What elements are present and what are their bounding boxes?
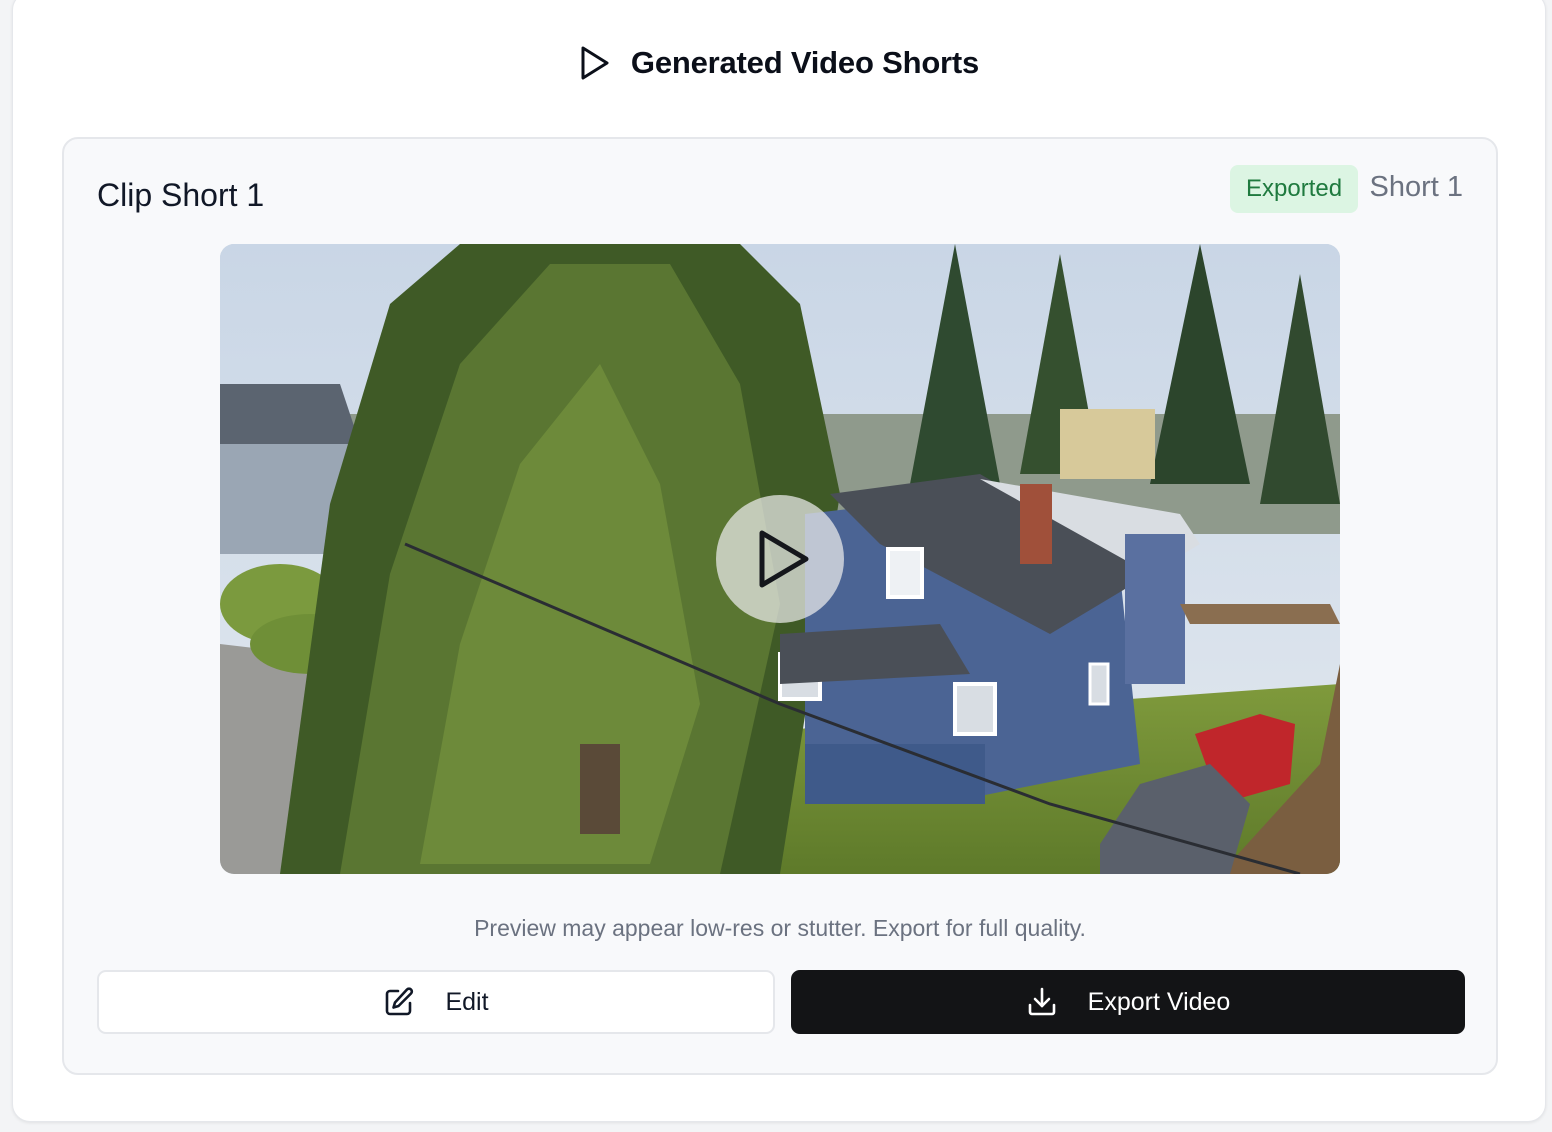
- edit-button[interactable]: Edit: [97, 970, 775, 1034]
- shorts-panel: Generated Video Shorts Clip Short 1 Expo…: [12, 0, 1546, 1122]
- export-button-label: Export Video: [1087, 987, 1231, 1016]
- export-video-button[interactable]: Export Video: [791, 970, 1465, 1034]
- play-icon: [759, 530, 809, 588]
- video-preview[interactable]: [220, 244, 1340, 874]
- status-badge: Exported: [1230, 165, 1359, 213]
- panel-header: Generated Video Shorts: [13, 41, 1545, 85]
- edit-icon: [386, 987, 414, 1016]
- preview-note: Preview may appear low-res or stutter. E…: [474, 915, 1086, 941]
- edit-button-label: Edit: [445, 987, 489, 1016]
- clip-title: Clip Short 1: [97, 177, 265, 213]
- play-icon: [581, 46, 609, 80]
- clip-card: Clip Short 1 Exported Short 1 Preview ma…: [62, 137, 1498, 1075]
- download-icon: [1028, 987, 1055, 1016]
- page-title: Generated Video Shorts: [630, 45, 980, 80]
- short-label: Short 1: [1369, 171, 1464, 203]
- video-play-button[interactable]: [716, 495, 844, 623]
